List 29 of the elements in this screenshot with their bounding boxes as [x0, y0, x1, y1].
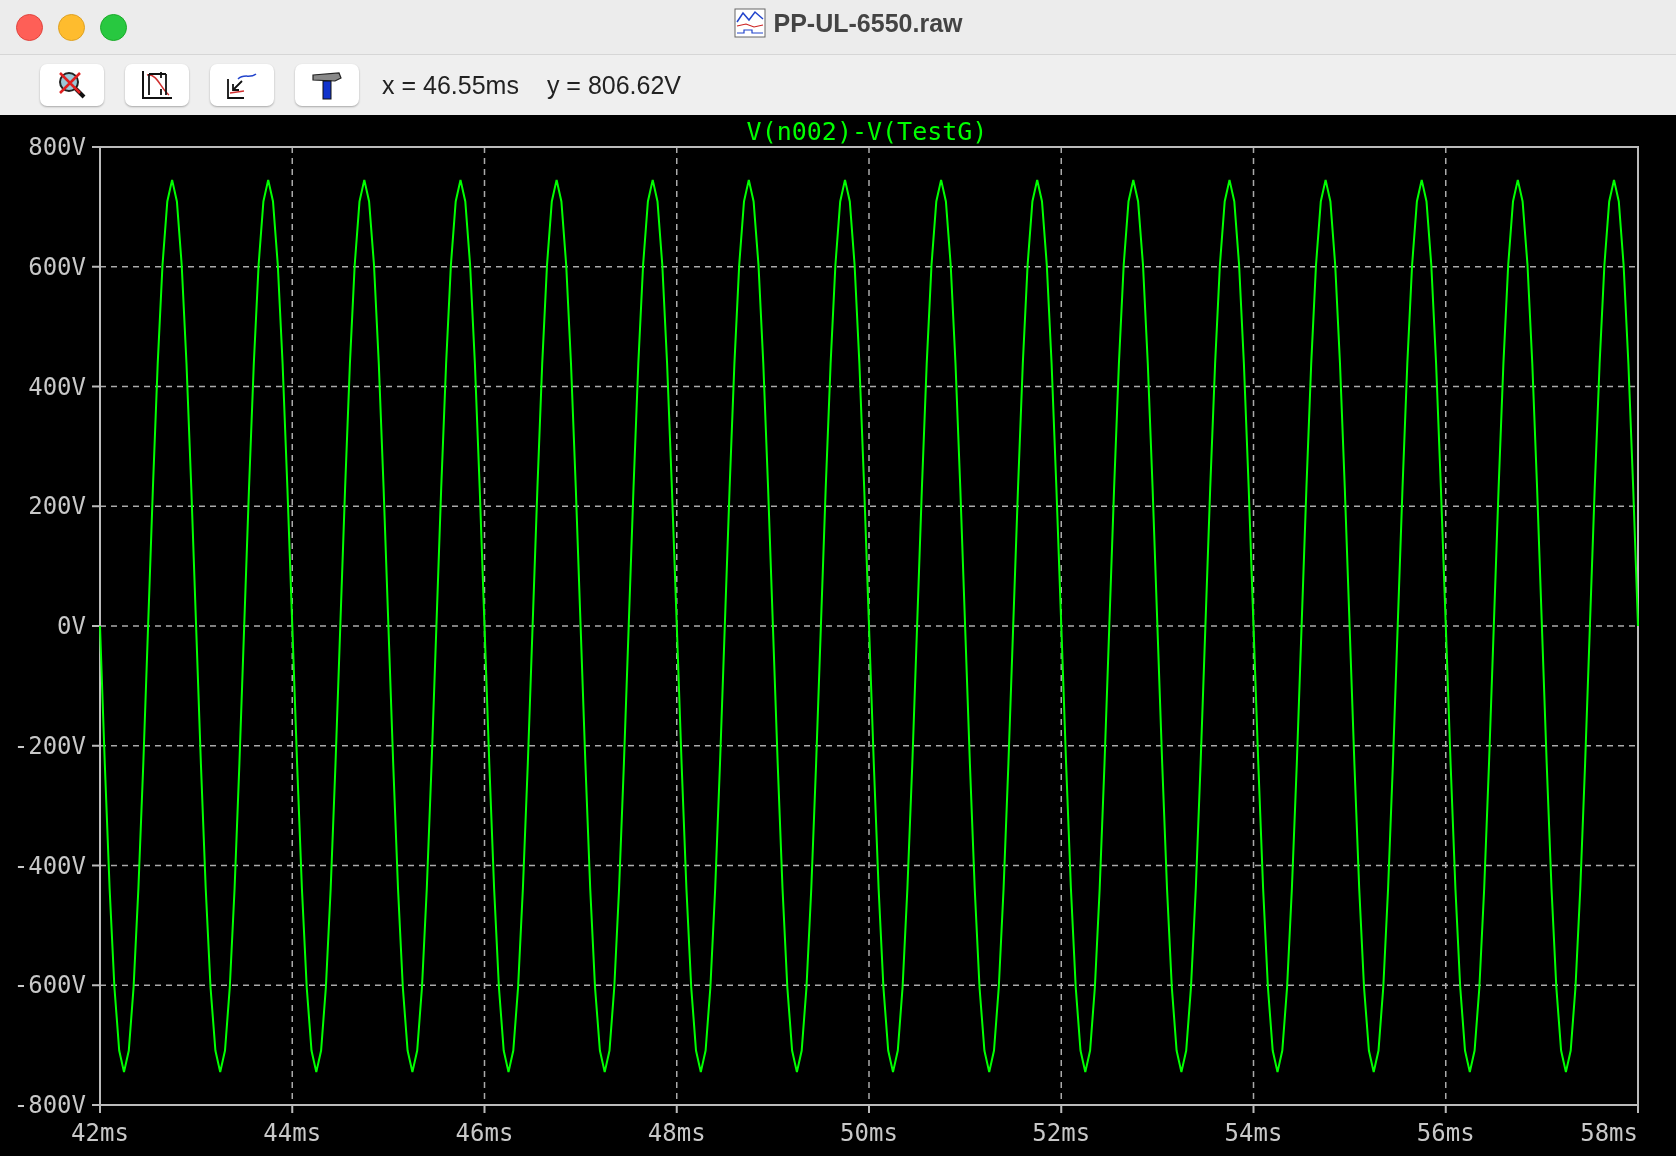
tools-button[interactable] — [295, 64, 359, 106]
x-axis-label: 48ms — [647, 1119, 706, 1147]
y-axis-label: 0V — [57, 612, 86, 640]
x-axis-label: 46ms — [455, 1119, 514, 1147]
x-axis-label: 52ms — [1032, 1119, 1091, 1147]
y-axis-label: -800V — [13, 1091, 86, 1119]
cursor-y-reading: y = 806.62V — [546, 70, 682, 100]
x-axis-label: 54ms — [1224, 1119, 1283, 1147]
zoom-back-button[interactable] — [210, 64, 274, 106]
y-axis-label: 200V — [28, 492, 86, 521]
y-axis-label: 400V — [28, 372, 86, 401]
close-button[interactable] — [16, 13, 43, 41]
cursor-x-reading: x = 46.55ms — [382, 70, 519, 100]
window-title: PP-UL-6550.raw — [773, 8, 963, 38]
y-axis-label: -200V — [13, 731, 86, 760]
y-axis-label: 600V — [28, 252, 86, 281]
autorange-button[interactable] — [40, 64, 104, 106]
trace-label: V(n002)-V(TestG) — [746, 117, 988, 146]
x-axis-label: 42ms — [71, 1119, 129, 1147]
x-axis-label: 44ms — [263, 1119, 322, 1147]
x-axis-label: 50ms — [840, 1119, 898, 1147]
y-axis-label: -600V — [13, 971, 86, 1000]
axis-extents-icon — [139, 69, 175, 101]
x-axis-label: 58ms — [1580, 1119, 1638, 1147]
x-axis-label: 56ms — [1416, 1119, 1475, 1147]
waveform-file-icon — [733, 8, 766, 38]
zoom-extents-button[interactable] — [125, 64, 189, 106]
y-axis-label: 800V — [28, 133, 86, 161]
y-axis-label: -400V — [13, 851, 86, 880]
